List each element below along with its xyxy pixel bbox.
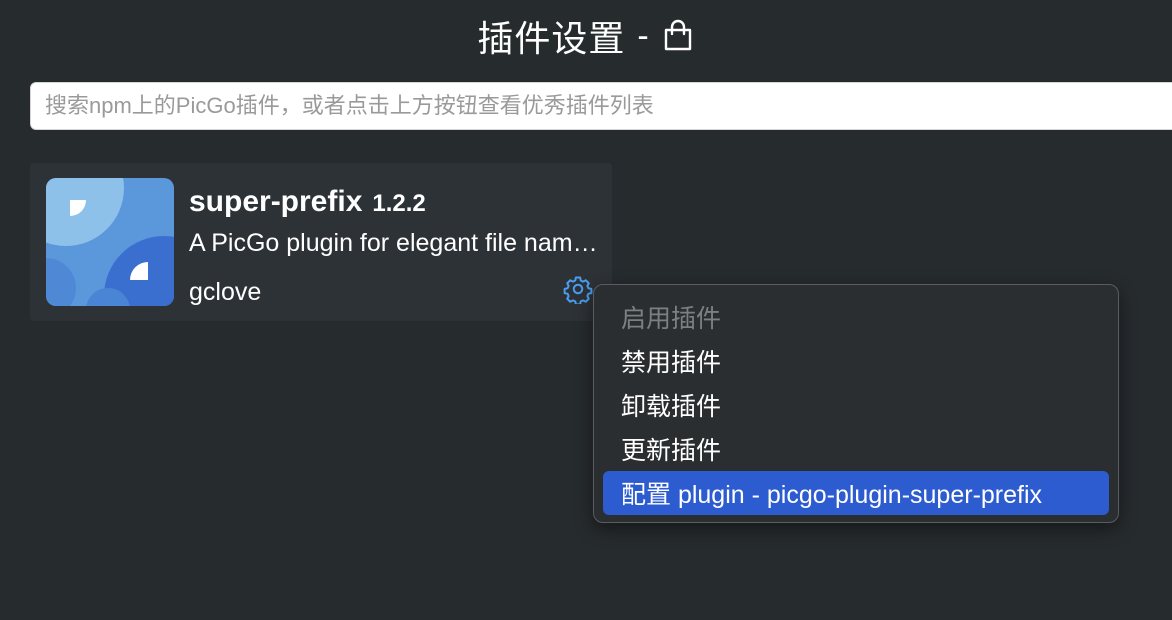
menu-item-disable-plugin[interactable]: 禁用插件 [603, 339, 1109, 383]
menu-item-uninstall-plugin[interactable]: 卸载插件 [603, 383, 1109, 427]
plugin-title-row: super-prefix 1.2.2 [189, 185, 426, 219]
menu-item-configure-plugin[interactable]: 配置 plugin - picgo-plugin-super-prefix [603, 471, 1109, 515]
page-header: 插件设置 - [0, 10, 1172, 62]
plugin-description: A PicGo plugin for elegant file name pre… [189, 229, 599, 257]
search-input[interactable] [30, 82, 1172, 130]
plugin-name: super-prefix [189, 185, 363, 218]
plugin-logo [46, 178, 174, 306]
plugin-settings-page: 插件设置 - super-prefix 1.2.2 [0, 0, 1172, 620]
menu-item-enable-plugin: 启用插件 [621, 305, 722, 333]
menu-item-update-plugin[interactable]: 更新插件 [603, 427, 1109, 471]
plugin-author: gclove [189, 278, 262, 306]
shopping-bag-icon[interactable] [661, 19, 695, 53]
gear-icon[interactable] [563, 274, 593, 306]
search-bar [30, 82, 1172, 130]
plugin-card: super-prefix 1.2.2 A PicGo plugin for el… [30, 163, 612, 321]
title-separator: - [637, 16, 649, 55]
plugin-version: 1.2.2 [372, 190, 426, 217]
page-title: 插件设置 [477, 18, 626, 59]
plugin-context-menu: 启用插件 禁用插件 卸载插件 更新插件 配置 plugin - picgo-pl… [593, 284, 1119, 523]
